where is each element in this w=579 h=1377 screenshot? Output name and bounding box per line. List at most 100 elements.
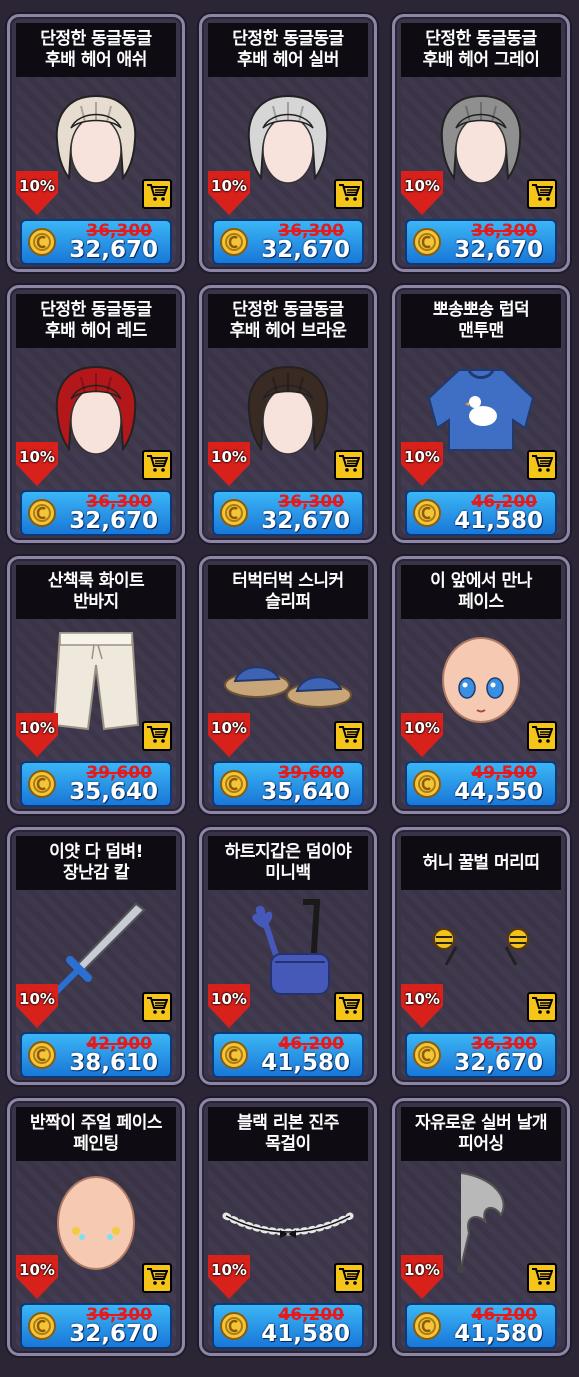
shop-item-card[interactable]: 단정한 동글동글 후배 헤어 그레이 10% 36,300 32,670: [392, 14, 570, 272]
add-to-cart-button[interactable]: [527, 721, 557, 751]
shop-item-card[interactable]: 뽀송뽀송 럽덕 맨투맨 10% 46,200 41,580: [392, 285, 570, 543]
shop-item-card[interactable]: 단정한 동글동글 후배 헤어 브라운 10% 36,300 32,670: [199, 285, 377, 543]
shop-item-card[interactable]: 단정한 동글동글 후배 헤어 실버 10% 36,300 32,670: [199, 14, 377, 272]
buy-price-button[interactable]: 36,300 32,670: [20, 490, 172, 536]
item-title-line1: 반짝이 주얼 페이스: [30, 1113, 162, 1133]
buy-price-button[interactable]: 36,300 32,670: [212, 490, 364, 536]
add-to-cart-button[interactable]: [527, 179, 557, 209]
slippers-icon: [223, 645, 353, 719]
sale-price: 41,580: [261, 1050, 350, 1076]
buy-price-button[interactable]: 46,200 41,580: [405, 490, 557, 536]
buy-price-button[interactable]: 49,500 44,550: [405, 761, 557, 807]
add-to-cart-button[interactable]: [334, 450, 364, 480]
coin-icon: [28, 1041, 56, 1069]
add-to-cart-button[interactable]: [334, 179, 364, 209]
face-paint-icon: [46, 1167, 146, 1281]
card-background: 단정한 동글동글 후배 헤어 레드 10% 36,300 32,670: [16, 294, 176, 536]
buy-price-button[interactable]: 39,600 35,640: [20, 761, 172, 807]
shop-item-card[interactable]: 허니 꿀벌 머리띠 10% 36,300 32,670: [392, 827, 570, 1085]
shop-item-card[interactable]: 이얏 다 덤벼! 장난감 칼 10% 42,900 38,610: [7, 827, 185, 1085]
add-to-cart-button[interactable]: [334, 1263, 364, 1293]
item-title: 자유로운 실버 날개 피어싱: [401, 1107, 561, 1161]
card-background: 단정한 동글동글 후배 헤어 브라운 10% 36,300 32,670: [208, 294, 368, 536]
coin-icon: [220, 499, 248, 527]
discount-badge: 10%: [208, 713, 250, 757]
coin-icon: [413, 770, 441, 798]
necklace-icon: [218, 1192, 358, 1256]
add-to-cart-button[interactable]: [527, 1263, 557, 1293]
add-to-cart-button[interactable]: [142, 992, 172, 1022]
item-title: 이 앞에서 만나 페이스: [401, 565, 561, 619]
item-title-line2: 피어싱: [458, 1134, 504, 1154]
add-to-cart-button[interactable]: [527, 450, 557, 480]
sale-price: 38,610: [69, 1050, 158, 1076]
cart-icon: [146, 995, 169, 1019]
discount-label: 10%: [404, 448, 440, 466]
item-title: 단정한 동글동글 후배 헤어 그레이: [401, 23, 561, 77]
discount-label: 10%: [404, 990, 440, 1008]
sale-price: 41,580: [454, 508, 543, 534]
item-title-line2: 페이스: [458, 592, 504, 612]
buy-price-button[interactable]: 46,200 41,580: [212, 1303, 364, 1349]
card-background: 단정한 동글동글 후배 헤어 그레이 10% 36,300 32,670: [401, 23, 561, 265]
buy-price-button[interactable]: 36,300 32,670: [20, 1303, 172, 1349]
card-background: 단정한 동글동글 후배 헤어 실버 10% 36,300 32,670: [208, 23, 368, 265]
add-to-cart-button[interactable]: [142, 721, 172, 751]
discount-badge: 10%: [401, 713, 443, 757]
discount-label: 10%: [19, 990, 55, 1008]
add-to-cart-button[interactable]: [142, 450, 172, 480]
shop-item-card[interactable]: 이 앞에서 만나 페이스 10% 49,500 44,550: [392, 556, 570, 814]
shop-item-card[interactable]: 블랙 리본 진주 목걸이 10% 46,200 41,580: [199, 1098, 377, 1356]
shop-item-card[interactable]: 단정한 동글동글 후배 헤어 애쉬 10% 36,300 32,670: [7, 14, 185, 272]
shop-item-card[interactable]: 자유로운 실버 날개 피어싱 10% 46,200 41,580: [392, 1098, 570, 1356]
item-title: 단정한 동글동글 후배 헤어 레드: [16, 294, 176, 348]
sale-price: 32,670: [454, 237, 543, 263]
coin-icon: [220, 770, 248, 798]
item-title: 단정한 동글동글 후배 헤어 실버: [208, 23, 368, 77]
earring-icon: [441, 1167, 521, 1281]
coin-icon: [413, 499, 441, 527]
discount-label: 10%: [211, 177, 247, 195]
coin-icon: [220, 1041, 248, 1069]
add-to-cart-button[interactable]: [142, 1263, 172, 1293]
item-title: 단정한 동글동글 후배 헤어 브라운: [208, 294, 368, 348]
card-background: 단정한 동글동글 후배 헤어 애쉬 10% 36,300 32,670: [16, 23, 176, 265]
item-title-line1: 산책룩 화이트: [47, 571, 145, 591]
add-to-cart-button[interactable]: [334, 992, 364, 1022]
discount-label: 10%: [404, 1261, 440, 1279]
coin-icon: [413, 1041, 441, 1069]
add-to-cart-button[interactable]: [527, 992, 557, 1022]
item-title-line1: 이얏 다 덤벼!: [49, 842, 143, 862]
buy-price-button[interactable]: 36,300 32,670: [405, 1032, 557, 1078]
shop-item-card[interactable]: 하트지갑은 덤이야 미니백 10% 46,200 41,580: [199, 827, 377, 1085]
shop-item-card[interactable]: 반짝이 주얼 페이스 페인팅 10% 36,300 32,670: [7, 1098, 185, 1356]
buy-price-button[interactable]: 46,200 41,580: [212, 1032, 364, 1078]
discount-badge: 10%: [16, 984, 58, 1028]
coin-icon: [28, 499, 56, 527]
headband-icon: [426, 921, 536, 985]
cart-icon: [146, 453, 169, 477]
buy-price-button[interactable]: 42,900 38,610: [20, 1032, 172, 1078]
item-title-line2: 슬리퍼: [265, 592, 311, 612]
item-title-line1: 단정한 동글동글: [232, 300, 344, 320]
sale-price: 32,670: [261, 508, 350, 534]
shop-item-card[interactable]: 단정한 동글동글 후배 헤어 레드 10% 36,300 32,670: [7, 285, 185, 543]
face-icon: [431, 630, 531, 734]
shop-item-grid: 단정한 동글동글 후배 헤어 애쉬 10% 36,300 32,670 단정한 …: [0, 0, 579, 1377]
shop-item-card[interactable]: 터벅터벅 스니커 슬리퍼 10% 39,600 35,640: [199, 556, 377, 814]
discount-label: 10%: [19, 177, 55, 195]
discount-label: 10%: [404, 719, 440, 737]
add-to-cart-button[interactable]: [142, 179, 172, 209]
item-title: 허니 꿀벌 머리띠: [401, 836, 561, 890]
shop-item-card[interactable]: 산책룩 화이트 반바지 10% 39,600 35,640: [7, 556, 185, 814]
cart-icon: [338, 453, 361, 477]
item-title-line1: 자유로운 실버 날개: [415, 1113, 547, 1133]
item-title-line1: 블랙 리본 진주: [237, 1113, 339, 1133]
add-to-cart-button[interactable]: [334, 721, 364, 751]
buy-price-button[interactable]: 36,300 32,670: [212, 219, 364, 265]
buy-price-button[interactable]: 36,300 32,670: [20, 219, 172, 265]
buy-price-button[interactable]: 46,200 41,580: [405, 1303, 557, 1349]
buy-price-button[interactable]: 36,300 32,670: [405, 219, 557, 265]
buy-price-button[interactable]: 39,600 35,640: [212, 761, 364, 807]
card-background: 터벅터벅 스니커 슬리퍼 10% 39,600 35,640: [208, 565, 368, 807]
